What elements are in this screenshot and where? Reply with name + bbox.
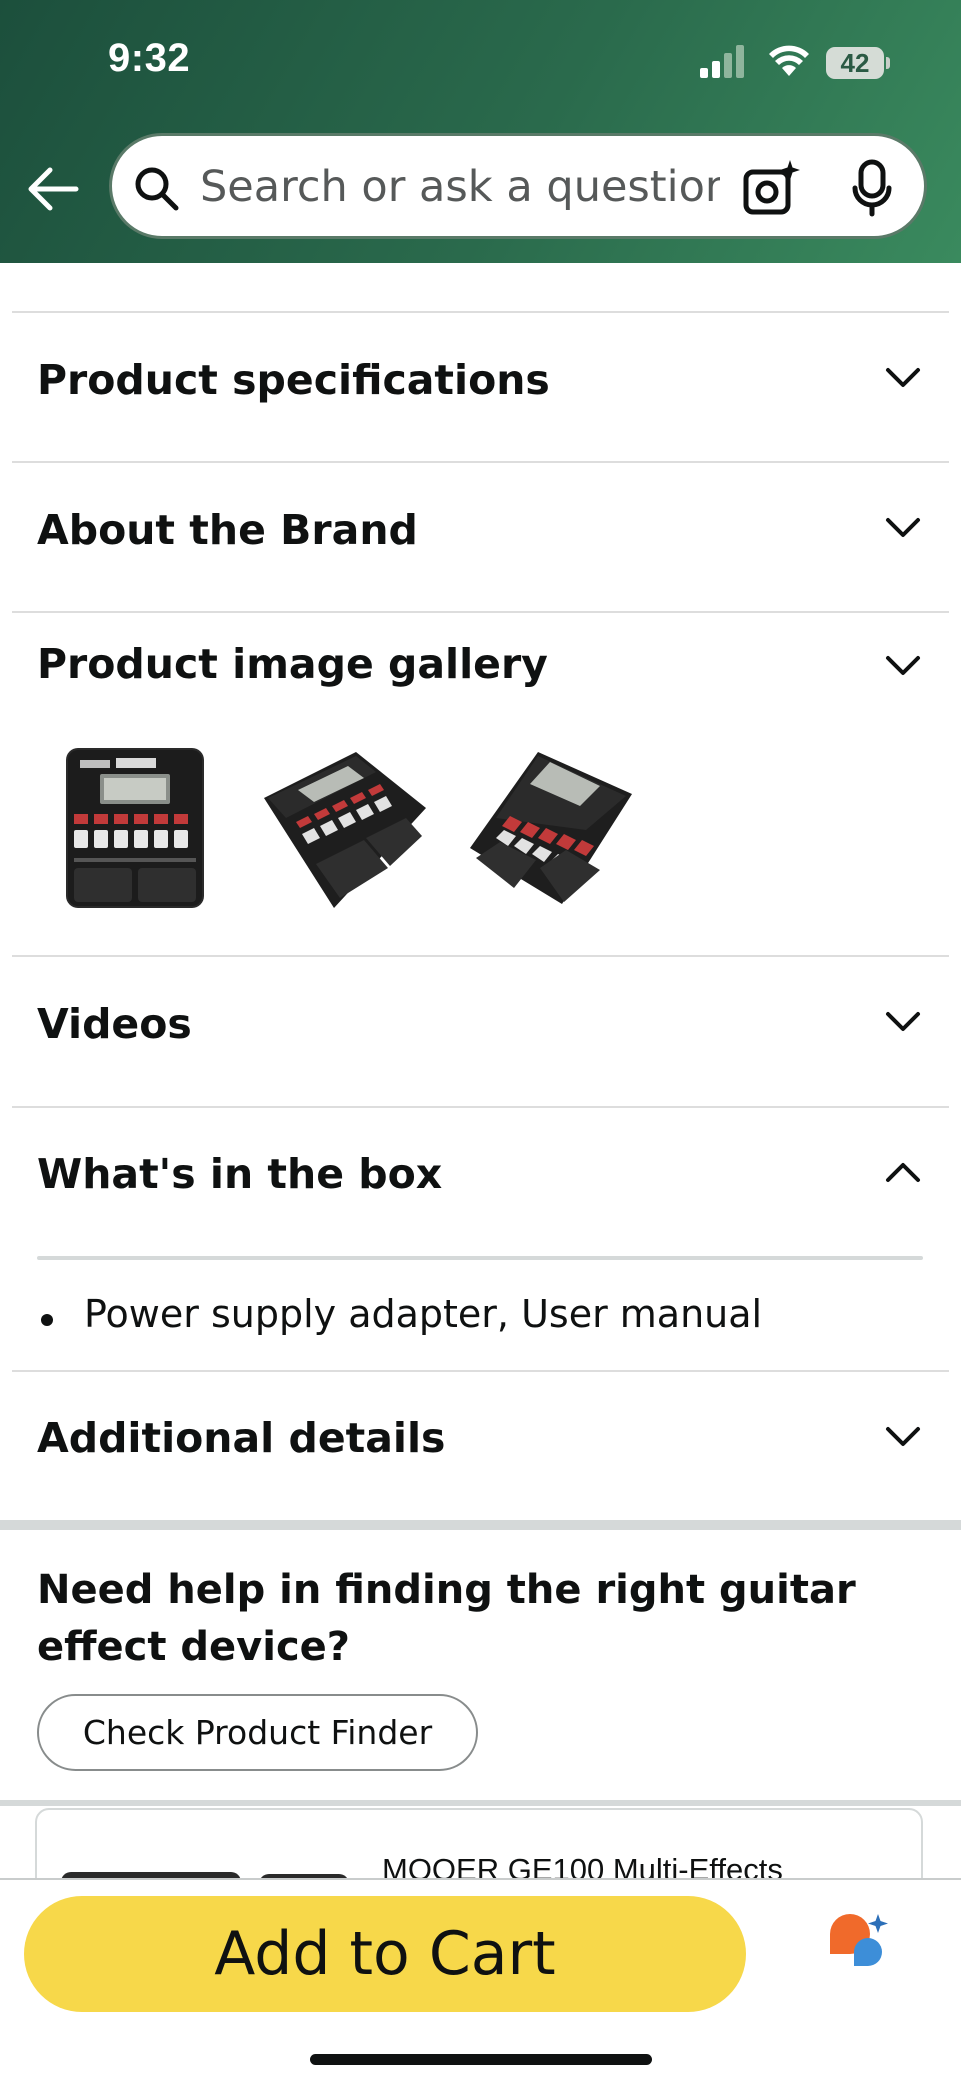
search-bar[interactable] bbox=[109, 133, 927, 239]
top-header: 9:32 42 bbox=[0, 0, 961, 263]
product-image-gallery-title: Product image gallery bbox=[37, 640, 548, 688]
chevron-down-icon bbox=[886, 1427, 920, 1446]
product-finder-heading: Need help in finding the right guitar ef… bbox=[37, 1567, 856, 1670]
microphone-icon[interactable] bbox=[852, 158, 892, 218]
box-contents-item: Power supply adapter, User manual bbox=[84, 1292, 763, 1336]
chevron-down-icon bbox=[886, 368, 920, 387]
chevron-down-icon bbox=[886, 656, 920, 675]
cellular-signal-icon bbox=[700, 45, 744, 78]
chevron-up-icon bbox=[886, 1163, 920, 1182]
additional-details-title: Additional details bbox=[37, 1414, 446, 1462]
search-icon bbox=[135, 167, 179, 211]
battery-level: 42 bbox=[840, 48, 870, 78]
bottom-action-bar: Add to Cart bbox=[0, 1878, 961, 2082]
videos-title: Videos bbox=[37, 1000, 192, 1048]
gallery-image-pedal-angle-left[interactable] bbox=[256, 738, 431, 918]
battery-icon: 42 bbox=[826, 47, 890, 79]
section-bar bbox=[37, 1256, 923, 1260]
add-to-cart-button[interactable]: Add to Cart bbox=[24, 1896, 746, 2012]
product-specifications-title: Product specifications bbox=[37, 356, 550, 404]
camera-search-icon[interactable] bbox=[742, 158, 802, 218]
section-separator bbox=[0, 1520, 961, 1530]
chevron-down-icon bbox=[886, 518, 920, 537]
ai-assistant-icon[interactable] bbox=[826, 1912, 892, 1976]
back-arrow-icon[interactable] bbox=[26, 164, 80, 214]
gallery-image-pedal-front[interactable] bbox=[60, 738, 210, 918]
status-time: 9:32 bbox=[108, 36, 191, 80]
chevron-down-icon bbox=[886, 1012, 920, 1031]
whats-in-box-title: What's in the box bbox=[37, 1150, 443, 1198]
section-separator bbox=[0, 1800, 961, 1806]
bullet-dot bbox=[41, 1314, 53, 1326]
gallery-image-pedal-angle-right[interactable] bbox=[466, 738, 636, 918]
about-brand-title: About the Brand bbox=[37, 506, 418, 554]
search-input[interactable] bbox=[200, 154, 720, 220]
wifi-icon bbox=[769, 45, 809, 76]
check-product-finder-button[interactable]: Check Product Finder bbox=[37, 1694, 478, 1771]
home-indicator bbox=[310, 2054, 652, 2065]
